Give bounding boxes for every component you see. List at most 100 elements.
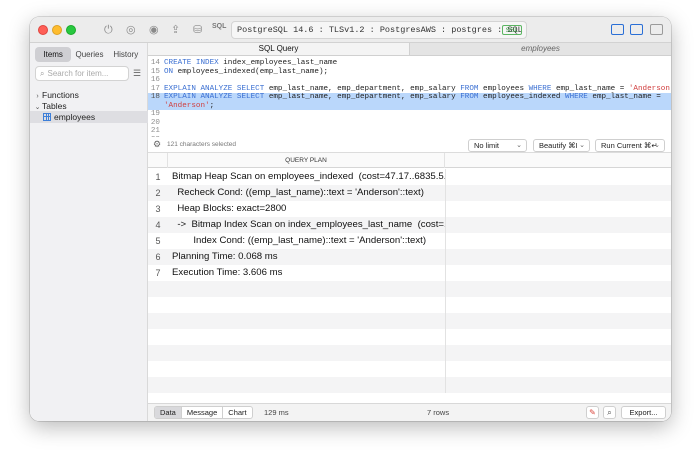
table-row[interactable]: 6 Planning Time: 0.068 ms [148, 249, 671, 265]
toggle-console-icon[interactable] [630, 24, 643, 35]
editor-line[interactable]: 18 EXPLAIN ANALYZE SELECT emp_last_name, … [148, 93, 671, 102]
empty-table-row [148, 281, 671, 297]
zoom-window-button[interactable] [66, 25, 76, 35]
table-row[interactable]: 1 Bitmap Heap Scan on employees_indexed (… [148, 169, 671, 185]
column-divider [445, 377, 446, 393]
tree-item-label: Functions [42, 90, 79, 100]
empty-table-row [148, 297, 671, 313]
row-number [148, 345, 168, 361]
segment-history[interactable]: History [108, 47, 144, 62]
column-divider [445, 217, 446, 233]
results-header: QUERY PLAN [148, 153, 671, 168]
beautify-button[interactable]: Beautify ⌘I ⌄ [533, 139, 590, 152]
row-number-header [148, 153, 168, 168]
sql-editor[interactable]: 14 CREATE INDEX index_employees_last_name… [148, 56, 671, 137]
sql-text: emp_last_name = [592, 93, 661, 101]
upload-icon[interactable]: ⇪ [171, 22, 180, 38]
run-current-button[interactable]: Run Current ⌘↵ ⌄ [595, 139, 665, 152]
search-results-icon[interactable]: ⌕ [603, 406, 616, 419]
query-plan-cell[interactable]: Index Cond: ((emp_last_name)::text = 'An… [172, 233, 445, 249]
sql-text: employees [483, 84, 529, 93]
sidebar-segmented-control: Items Queries History [35, 47, 144, 62]
column-divider [445, 329, 446, 345]
column-divider [445, 313, 446, 329]
table-row[interactable]: 5 Index Cond: ((emp_last_name)::text = '… [148, 233, 671, 249]
editor-line[interactable]: 14 CREATE INDEX index_employees_last_name [148, 59, 671, 68]
editor-line[interactable]: 17 EXPLAIN ANALYZE SELECT emp_last_name, … [148, 85, 671, 94]
query-plan-cell[interactable] [172, 361, 445, 377]
query-plan-cell[interactable] [172, 329, 445, 345]
row-number: 2 [155, 188, 161, 198]
segment-items[interactable]: Items [35, 47, 72, 62]
sql-keyword: CREATE INDEX [164, 59, 224, 67]
sql-text: ; [209, 101, 215, 110]
column-divider [445, 265, 446, 281]
view-chart-button[interactable]: Chart [223, 407, 251, 418]
database-icon[interactable]: ⛁ [193, 22, 202, 38]
query-plan-cell[interactable]: -> Bitmap Index Scan on index_employees_… [172, 217, 445, 233]
column-divider [445, 201, 446, 217]
power-icon[interactable]: ⏻ [104, 22, 113, 38]
column-divider [445, 281, 446, 297]
sql-keyword: EXPLAIN ANALYZE SELECT [164, 84, 269, 93]
editor-line[interactable]: 21 [148, 127, 671, 136]
toggle-sidebar-icon[interactable] [611, 24, 624, 35]
query-plan-cell[interactable] [172, 345, 445, 361]
column-divider [445, 345, 446, 361]
minimize-window-button[interactable] [52, 25, 62, 35]
sql-keyword: WHERE [565, 93, 593, 101]
gear-icon[interactable]: ⚙ [153, 139, 161, 150]
query-plan-cell[interactable]: Execution Time: 3.606 ms [172, 265, 445, 281]
line-number: 20 [150, 118, 160, 127]
editor-line[interactable]: 16 [148, 76, 671, 85]
query-plan-cell[interactable]: Recheck Cond: ((emp_last_name)::text = '… [172, 185, 445, 201]
view-segmented-control: Data Message Chart [154, 406, 253, 419]
tree-item-label: Tables [42, 101, 67, 111]
connection-icon[interactable]: ◎ [126, 22, 136, 38]
connection-info: PostgreSQL 14.6 : TLSv1.2 : PostgresAWS … [231, 21, 527, 39]
eye-icon[interactable]: ◉ [149, 22, 159, 38]
pin-icon[interactable]: ✎ [586, 406, 599, 419]
query-plan-cell[interactable] [172, 297, 445, 313]
table-row[interactable]: 7 Execution Time: 3.606 ms [148, 265, 671, 281]
table-row[interactable]: 2 Recheck Cond: ((emp_last_name)::text =… [148, 185, 671, 201]
sidebar: Items Queries History ⌕ Search for item..… [30, 43, 148, 421]
search-placeholder: Search for item... [47, 69, 109, 78]
sql-text: emp_last_name, emp_department, emp_salar… [268, 93, 461, 101]
tab-sql-query[interactable]: SQL Query [148, 43, 410, 55]
query-plan-cell[interactable] [172, 281, 445, 297]
run-label: Run Current ⌘↵ [601, 141, 658, 150]
sql-text: emp_last_name, emp_department, emp_salar… [268, 84, 461, 93]
editor-line[interactable]: 20 [148, 119, 671, 128]
query-plan-cell[interactable] [172, 313, 445, 329]
query-plan-cell[interactable]: Planning Time: 0.068 ms [172, 249, 445, 265]
sql-icon[interactable]: SQL [212, 23, 226, 30]
close-window-button[interactable] [38, 25, 48, 35]
query-plan-cell[interactable]: Bitmap Heap Scan on employees_indexed (c… [172, 169, 445, 185]
editor-line[interactable]: 'Anderson'; [148, 101, 671, 110]
query-plan-cell[interactable]: Heap Blocks: exact=2800 [172, 201, 445, 217]
tree-item-employees[interactable]: employees [30, 111, 148, 123]
toggle-inspector-icon[interactable] [650, 24, 663, 35]
view-data-button[interactable]: Data [155, 407, 182, 418]
table-row[interactable]: 3 Heap Blocks: exact=2800 [148, 201, 671, 217]
editor-line[interactable]: 15 ON employees_indexed(emp_last_name); [148, 68, 671, 77]
line-number: 14 [150, 59, 160, 67]
query-plan-cell[interactable] [172, 377, 445, 393]
column-divider [445, 233, 446, 249]
view-message-button[interactable]: Message [182, 407, 224, 418]
ssl-badge: SSL [501, 25, 522, 35]
empty-table-row [148, 329, 671, 345]
sql-text: emp_last_name = [555, 84, 629, 93]
beautify-label: Beautify ⌘I [539, 141, 578, 150]
limit-select[interactable]: No limit ⌄ [468, 139, 527, 152]
filter-icon[interactable]: ☰ [133, 68, 141, 79]
segment-queries[interactable]: Queries [71, 47, 107, 62]
column-header-query-plan[interactable]: QUERY PLAN [168, 153, 445, 168]
editor-line[interactable]: 19 [148, 110, 671, 119]
table-row[interactable]: 4 -> Bitmap Index Scan on index_employee… [148, 217, 671, 233]
tab-employees[interactable]: employees [410, 43, 671, 55]
search-input[interactable]: ⌕ Search for item... [35, 66, 129, 81]
results-footer: Data Message Chart 129 ms 7 rows ✎ ⌕ Exp… [148, 403, 671, 421]
export-button[interactable]: Export... [621, 406, 666, 419]
